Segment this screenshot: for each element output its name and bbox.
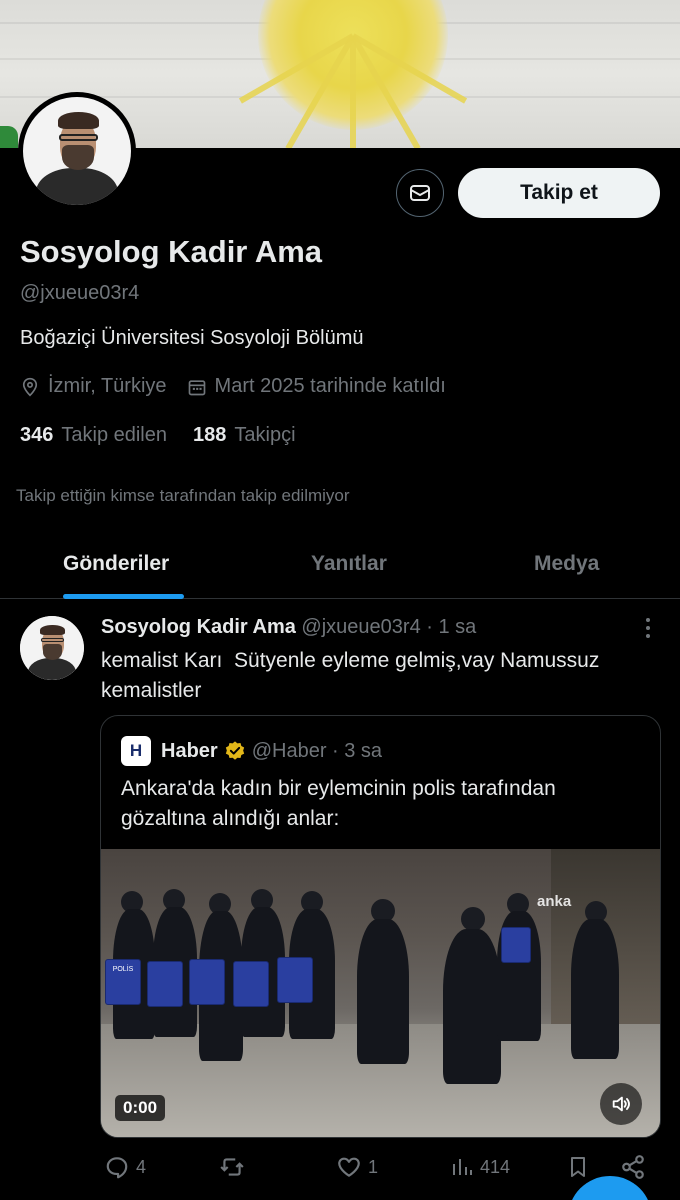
repost-button[interactable] xyxy=(218,1154,252,1180)
share-icon xyxy=(622,1155,644,1179)
verified-badge-icon xyxy=(225,741,244,760)
envelope-icon xyxy=(410,185,430,201)
quoted-post-header: H Haber @Haber · 3 sa xyxy=(121,736,382,766)
views-icon xyxy=(453,1159,472,1175)
video-player[interactable]: POLİS anka 0:00 xyxy=(101,849,660,1137)
post-author-avatar[interactable] xyxy=(20,616,84,680)
profile-bio: Boğaziçi Üniversitesi Sosyoloji Bölümü xyxy=(20,327,364,349)
bookmark-button[interactable] xyxy=(566,1154,596,1180)
profile-location: İzmir, Türkiye xyxy=(48,375,167,397)
like-icon xyxy=(338,1157,360,1177)
profile-tabs: Gönderiler Yanıtlar Medya xyxy=(0,535,680,599)
post-text: kemalist Karı Sütyenle eyleme gelmiş,vay… xyxy=(101,649,606,702)
more-icon[interactable] xyxy=(645,618,651,642)
tab-media[interactable]: Medya xyxy=(534,552,599,576)
post-handle-time: @jxueue03r4 · 1 sa xyxy=(301,616,477,638)
following-link[interactable]: 346 Takip edilen xyxy=(20,424,167,447)
volume-button[interactable] xyxy=(600,1083,642,1125)
profile-handle: @jxueue03r4 xyxy=(20,282,140,304)
followers-link[interactable]: 188 Takipçi xyxy=(193,424,296,447)
follow-counts: 346 Takip edilen 188 Takipçi xyxy=(20,424,296,447)
quoted-post[interactable]: H Haber @Haber · 3 sa Ankara'da kadın bi… xyxy=(100,715,661,1138)
message-button[interactable] xyxy=(396,169,444,217)
view-count: 414 xyxy=(480,1156,511,1177)
follow-button[interactable]: Takip et xyxy=(458,168,660,218)
reply-count: 4 xyxy=(136,1156,147,1177)
quoted-author-name: Haber xyxy=(161,739,218,762)
share-button[interactable] xyxy=(620,1154,652,1180)
reply-icon xyxy=(106,1157,128,1179)
haber-logo: H xyxy=(121,736,151,766)
post-author-name[interactable]: Sosyolog Kadir Ama xyxy=(101,616,296,638)
video-timestamp: 0:00 xyxy=(115,1095,166,1121)
followers-you-know-note: Takip ettiğin kimse tarafından takip edi… xyxy=(16,486,350,505)
post-action-bar: 4 1 414 xyxy=(100,1154,660,1186)
tab-posts[interactable]: Gönderiler xyxy=(63,552,169,576)
bookmark-icon xyxy=(571,1157,585,1177)
video-shield-label: POLİS xyxy=(112,966,134,973)
profile-meta: İzmir, Türkiye Mart 2025 tarihinde katıl… xyxy=(20,375,446,398)
location-pin-icon xyxy=(22,377,38,397)
volume-icon xyxy=(612,1096,630,1112)
tab-replies[interactable]: Yanıtlar xyxy=(311,552,387,576)
quoted-post-text: Ankara'da kadın bir eylemcinin polis tar… xyxy=(121,777,556,830)
profile-avatar[interactable] xyxy=(18,92,136,210)
post-header: Sosyolog Kadir Ama @jxueue03r4 · 1 sa xyxy=(101,616,476,639)
repost-icon xyxy=(220,1158,244,1176)
like-button[interactable]: 1 xyxy=(336,1154,378,1180)
active-tab-indicator xyxy=(63,594,184,599)
calendar-icon xyxy=(188,379,205,395)
views-button[interactable]: 414 xyxy=(450,1154,510,1180)
like-count: 1 xyxy=(368,1156,379,1177)
reply-button[interactable]: 4 xyxy=(104,1154,146,1180)
profile-joined: Mart 2025 tarihinde katıldı xyxy=(214,375,446,397)
profile-name: Sosyolog Kadir Ama xyxy=(20,234,323,269)
quoted-handle-time: @Haber · 3 sa xyxy=(251,739,383,762)
video-watermark: anka xyxy=(537,893,572,910)
